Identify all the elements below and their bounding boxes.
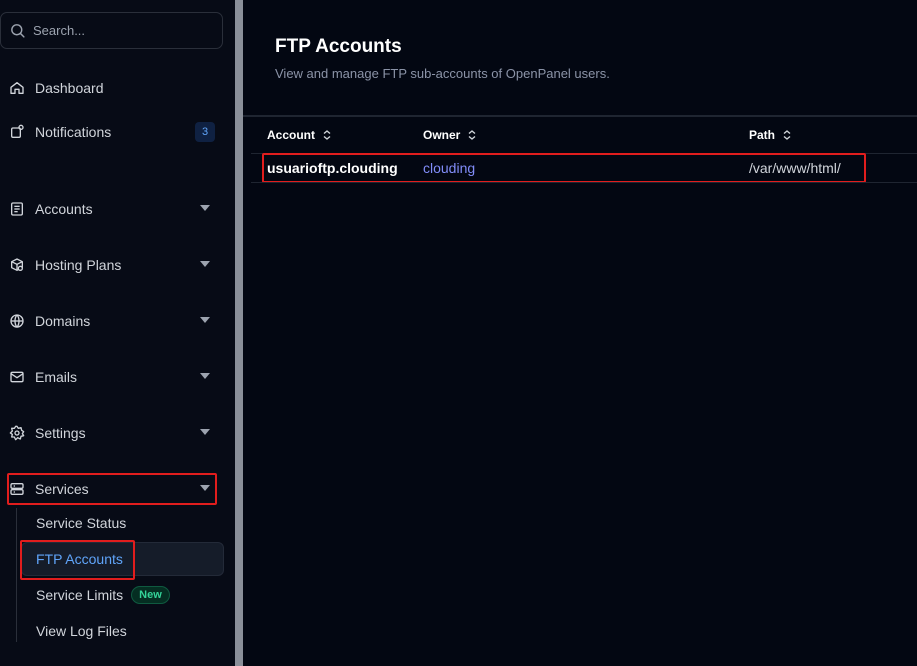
sort-icon bbox=[783, 130, 791, 140]
chevron-down-icon bbox=[200, 261, 210, 267]
notification-count-badge: 3 bbox=[195, 122, 215, 142]
accounts-icon bbox=[8, 201, 25, 218]
sidebar-item-emails[interactable]: Emails bbox=[0, 360, 218, 394]
sidebar-subitem-label: Service Status bbox=[36, 515, 127, 531]
chevron-down-icon bbox=[200, 429, 210, 435]
column-header-account[interactable]: Account bbox=[267, 128, 331, 142]
chevron-down-icon bbox=[200, 373, 210, 379]
sidebar-item-dashboard[interactable]: Dashboard bbox=[0, 71, 218, 105]
sidebar-item-hosting-plans[interactable]: Hosting Plans bbox=[0, 248, 218, 282]
search-input[interactable] bbox=[33, 23, 203, 38]
sidebar-item-accounts[interactable]: Accounts bbox=[0, 192, 218, 226]
table-row-divider bbox=[251, 182, 917, 183]
home-icon bbox=[8, 80, 25, 97]
submenu-guide-line bbox=[16, 508, 17, 642]
row-highlight-box bbox=[262, 153, 866, 183]
ftp-accounts-highlight-box bbox=[20, 540, 135, 580]
header-divider bbox=[243, 115, 917, 117]
mail-icon bbox=[8, 369, 25, 386]
bell-icon bbox=[8, 124, 25, 141]
sidebar-item-notifications[interactable]: Notifications bbox=[0, 115, 218, 149]
sort-icon bbox=[323, 130, 331, 140]
sidebar-item-settings[interactable]: Settings bbox=[0, 416, 218, 450]
chevron-down-icon bbox=[200, 205, 210, 211]
sidebar-item-label: Notifications bbox=[35, 124, 112, 140]
sidebar-subitem-service-status[interactable]: Service Status bbox=[36, 508, 126, 538]
search-box[interactable] bbox=[0, 12, 223, 49]
column-header-label: Owner bbox=[423, 128, 461, 142]
column-header-owner[interactable]: Owner bbox=[423, 128, 476, 142]
hosting-plans-icon bbox=[8, 257, 25, 274]
sidebar-item-label: Dashboard bbox=[35, 80, 104, 96]
main-content: FTP Accounts View and manage FTP sub-acc… bbox=[243, 0, 917, 666]
sidebar-item-domains[interactable]: Domains bbox=[0, 304, 218, 338]
sidebar-item-label: Emails bbox=[35, 369, 78, 385]
app-root: Dashboard Notifications 3 Accounts Hosti… bbox=[0, 0, 917, 666]
column-header-label: Path bbox=[749, 128, 776, 142]
sidebar-subitem-service-limits[interactable]: Service Limits New bbox=[36, 580, 170, 610]
column-header-path[interactable]: Path bbox=[749, 128, 791, 142]
sidebar-item-label: Hosting Plans bbox=[35, 257, 122, 273]
column-header-label: Account bbox=[267, 128, 315, 142]
sidebar-subitem-label: Service Limits bbox=[36, 587, 124, 603]
sidebar-item-label: Accounts bbox=[35, 201, 93, 217]
sidebar-subitem-view-log-files[interactable]: View Log Files bbox=[36, 616, 127, 646]
sidebar-item-label: Domains bbox=[35, 313, 91, 329]
page-title: FTP Accounts bbox=[275, 36, 402, 57]
sort-icon bbox=[468, 130, 476, 140]
search-icon bbox=[11, 24, 25, 38]
www-globe-icon bbox=[8, 313, 25, 330]
sidebar-subitem-label: View Log Files bbox=[36, 623, 127, 639]
sidebar: Dashboard Notifications 3 Accounts Hosti… bbox=[0, 0, 235, 666]
services-highlight-box bbox=[7, 473, 217, 505]
gear-icon bbox=[8, 425, 25, 442]
chevron-down-icon bbox=[200, 317, 210, 323]
page-subtitle: View and manage FTP sub-accounts of Open… bbox=[275, 66, 610, 81]
new-badge: New bbox=[131, 586, 170, 604]
sidebar-item-label: Settings bbox=[35, 425, 86, 441]
panel-divider[interactable] bbox=[235, 0, 243, 666]
